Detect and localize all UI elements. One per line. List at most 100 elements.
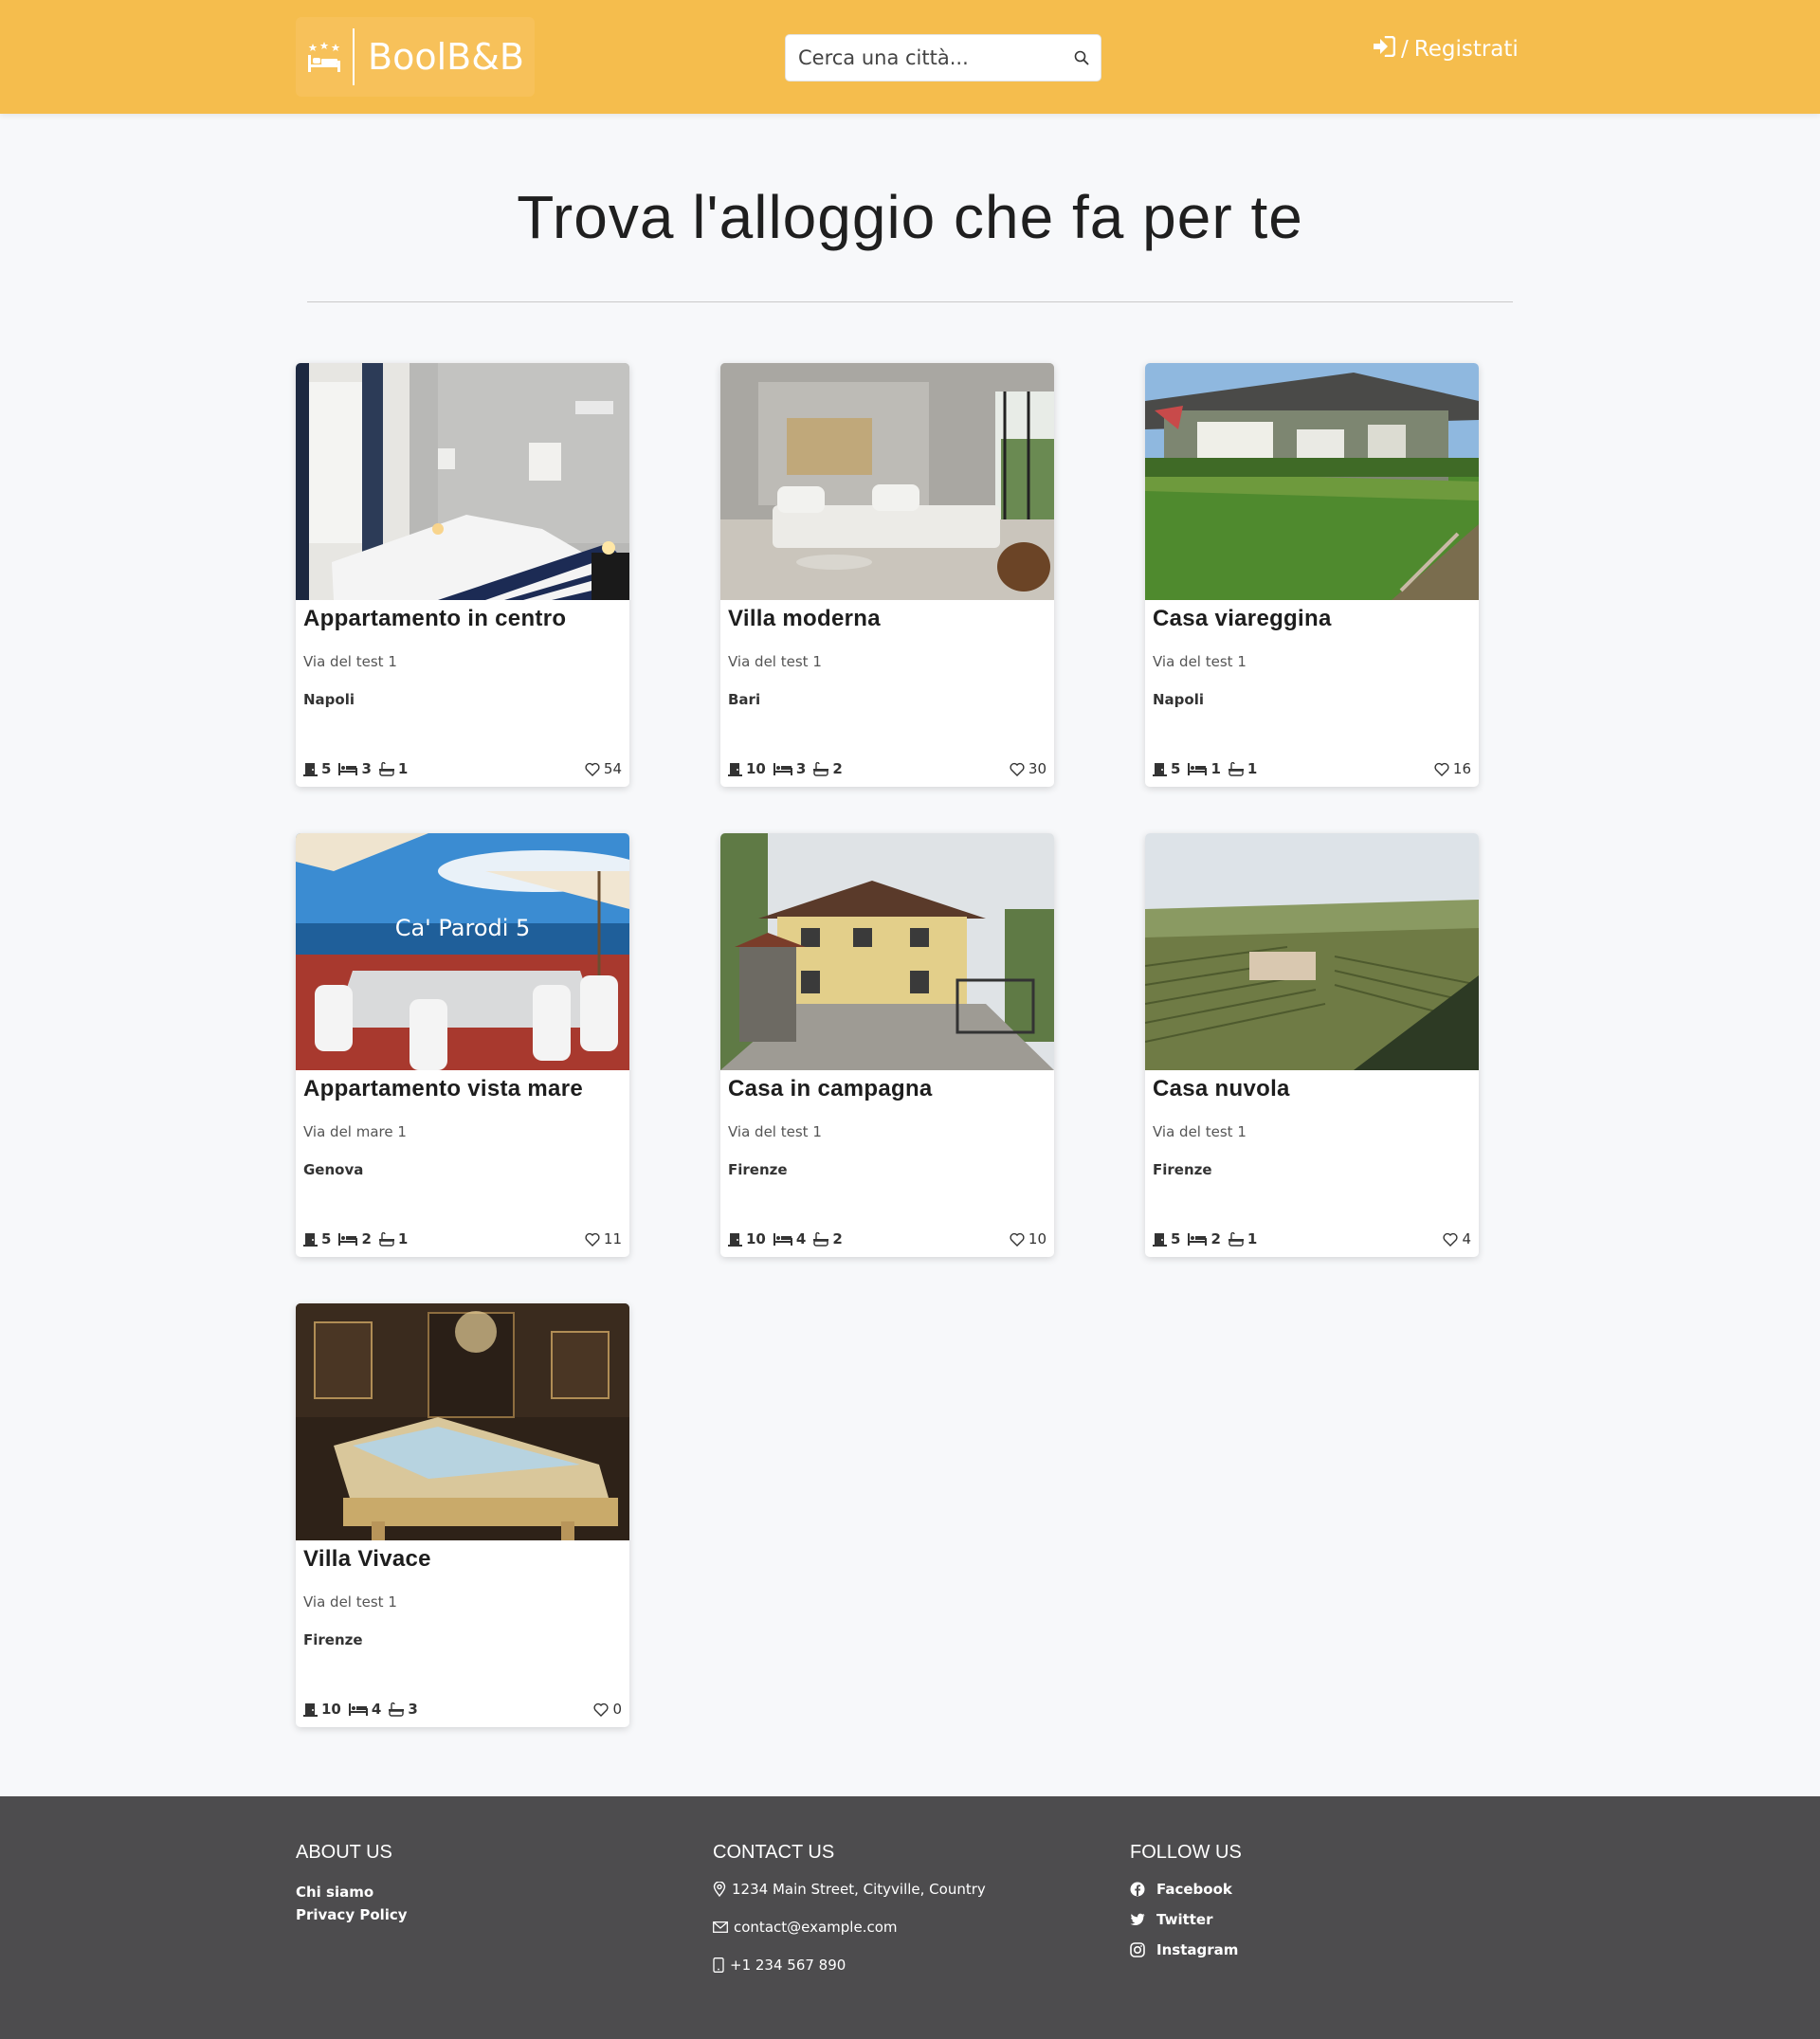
footer-follow: FOLLOW US Facebook Twitter Instagram [1130,1842,1242,1972]
beds-count: 2 [1210,1230,1221,1247]
property-city: Bari [728,691,761,708]
instagram-icon [1130,1942,1145,1957]
door-icon [728,1232,742,1247]
rooms-count: 10 [746,760,766,777]
social-instagram[interactable]: Instagram [1130,1941,1242,1958]
likes[interactable]: 16 [1434,760,1471,777]
property-image [296,1303,629,1540]
property-title[interactable]: Casa in campagna [728,1076,933,1102]
contact-email[interactable]: contact@example.com [734,1919,898,1936]
property-address: Via del test 1 [303,1593,397,1611]
property-image: Ca' Parodi 5 [296,833,629,1070]
phone-icon [713,1957,724,1973]
door-icon [303,762,318,776]
property-card[interactable]: Appartamento in centro Via del test 1 Na… [296,363,629,787]
page-title: Trova l'alloggio che fa per te [517,183,1303,251]
follow-heading: FOLLOW US [1130,1842,1242,1863]
likes-count: 0 [612,1701,622,1718]
bed-icon [338,1233,358,1246]
door-icon [1153,762,1167,776]
likes[interactable]: 54 [585,760,622,777]
property-features: 10 3 2 [728,760,850,777]
rooms-count: 5 [1171,760,1181,777]
property-title[interactable]: Casa nuvola [1153,1076,1290,1102]
bathrooms-count: 2 [832,1230,843,1247]
property-city: Genova [303,1161,364,1178]
likes-count: 11 [603,1230,622,1247]
social-facebook[interactable]: Facebook [1130,1881,1242,1898]
image-caption: Ca' Parodi 5 [395,915,531,941]
bathrooms-count: 3 [408,1701,418,1718]
bath-icon [813,1231,829,1247]
beds-count: 3 [795,760,807,777]
bathrooms-count: 1 [397,760,409,777]
heart-icon [585,1232,600,1247]
likes[interactable]: 0 [593,1701,622,1718]
bed-icon [338,763,358,775]
property-title[interactable]: Villa moderna [728,606,881,632]
beds-count: 2 [361,1230,372,1247]
footer: ABOUT US Chi siamo Privacy Policy CONTAC… [0,1796,1820,2039]
bed-icon [773,763,792,775]
likes-count: 10 [1028,1230,1046,1247]
likes-count: 4 [1462,1230,1471,1247]
property-image [1145,363,1479,600]
property-card[interactable]: Villa moderna Via del test 1 Bari 10 3 2… [720,363,1054,787]
social-twitter[interactable]: Twitter [1130,1911,1242,1928]
property-card[interactable]: Casa in campagna Via del test 1 Firenze … [720,833,1054,1257]
heart-icon [1010,762,1025,776]
property-image [296,363,629,600]
search-button[interactable] [1063,35,1101,81]
property-image [1145,833,1479,1070]
property-city: Firenze [303,1631,363,1648]
likes[interactable]: 4 [1443,1230,1471,1247]
rooms-count: 5 [321,1230,332,1247]
property-address: Via del test 1 [728,1123,822,1140]
property-card[interactable]: Casa nuvola Via del test 1 Firenze 5 2 1… [1145,833,1479,1257]
property-features: 5 3 1 [303,760,415,777]
bath-icon [378,1231,394,1247]
bed-icon [1188,1233,1208,1246]
door-icon [1153,1232,1167,1247]
bath-icon [389,1702,405,1717]
property-card[interactable]: Ca' Parodi 5 Appartamento vista mare Via… [296,833,629,1257]
search-icon [1074,50,1089,65]
likes[interactable]: 11 [585,1230,622,1247]
property-title[interactable]: Casa viareggina [1153,606,1332,632]
property-address: Via del mare 1 [303,1123,407,1140]
register-link[interactable]: Registrati [1414,37,1519,62]
privacy-link[interactable]: Privacy Policy [296,1903,408,1926]
property-address: Via del test 1 [1153,653,1247,670]
bed-icon [1188,763,1208,775]
likes[interactable]: 10 [1010,1230,1046,1247]
contact-heading: CONTACT US [713,1842,835,1863]
contact-phone[interactable]: +1 234 567 890 [730,1957,846,1974]
property-title[interactable]: Appartamento in centro [303,606,566,632]
facebook-icon [1130,1882,1145,1897]
property-city: Napoli [1153,691,1205,708]
property-title[interactable]: Villa Vivace [303,1546,431,1573]
property-features: 5 1 1 [1153,760,1265,777]
property-card[interactable]: Villa Vivace Via del test 1 Firenze 10 4… [296,1303,629,1727]
door-icon [303,1232,318,1247]
top-navbar: BoolB&B / Registrati [0,0,1820,114]
twitter-icon [1130,1913,1145,1925]
property-address: Via del test 1 [303,653,397,670]
search-input[interactable] [786,35,1063,81]
login-icon[interactable] [1373,35,1396,63]
map-pin-icon [713,1882,726,1897]
beds-count: 3 [361,760,372,777]
beds-count: 1 [1210,760,1221,777]
bathrooms-count: 1 [1247,1230,1258,1247]
logo-text: BoolB&B [368,36,524,78]
likes[interactable]: 30 [1010,760,1046,777]
property-image [720,363,1054,600]
property-card[interactable]: Casa viareggina Via del test 1 Napoli 5 … [1145,363,1479,787]
bathrooms-count: 1 [1247,760,1258,777]
logo[interactable]: BoolB&B [296,17,535,97]
property-features: 10 4 3 [303,1701,426,1718]
rooms-count: 10 [746,1230,766,1247]
about-link[interactable]: Chi siamo [296,1881,408,1903]
property-title[interactable]: Appartamento vista mare [303,1076,583,1102]
likes-count: 54 [603,760,622,777]
